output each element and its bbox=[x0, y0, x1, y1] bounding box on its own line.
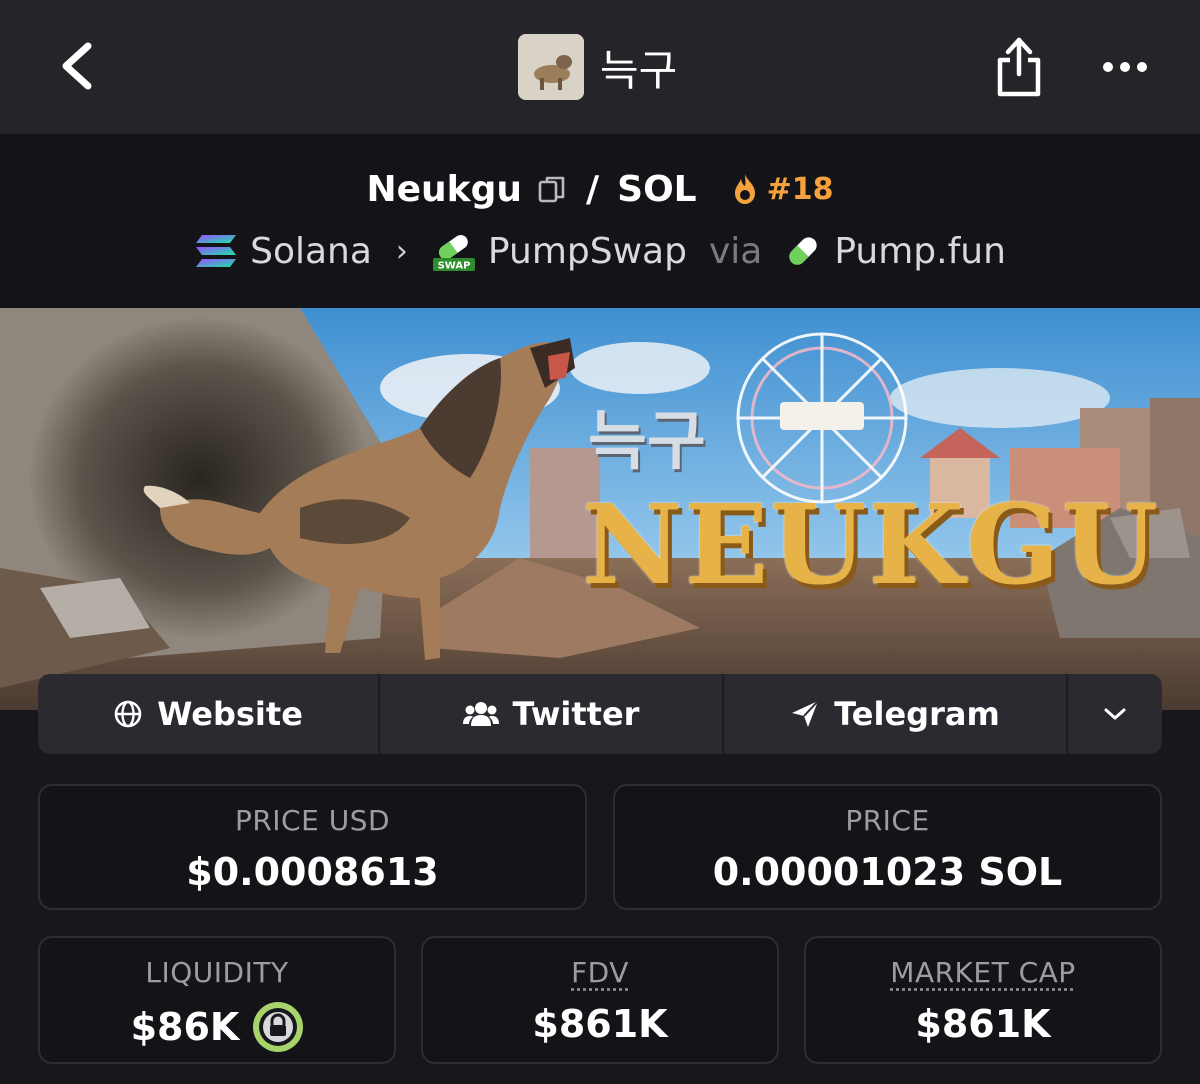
paper-plane-icon bbox=[792, 700, 819, 727]
market-cap-value: $861K bbox=[915, 1002, 1051, 1046]
token-title: 늑구 bbox=[518, 34, 677, 100]
fdv-value: $861K bbox=[532, 1002, 668, 1046]
more-options-button[interactable] bbox=[1100, 52, 1150, 82]
chevron-right-icon: › bbox=[395, 233, 408, 269]
banner-korean-text: 늑구 bbox=[588, 405, 706, 479]
flame-icon bbox=[734, 174, 755, 204]
price-usd-label: PRICE USD bbox=[234, 804, 391, 837]
share-button[interactable] bbox=[994, 34, 1044, 98]
telegram-button[interactable]: Telegram bbox=[724, 674, 1068, 754]
pair-base-token: Neukgu bbox=[366, 168, 522, 210]
telegram-label: Telegram bbox=[834, 695, 1000, 733]
twitter-label: Twitter bbox=[512, 695, 640, 733]
pair-header: Neukgu / SOL #18 Solana › SWAP PumpSwap … bbox=[0, 134, 1200, 308]
liquidity-value: $86K bbox=[40, 1002, 394, 1052]
liquidity-label: LIQUIDITY bbox=[145, 956, 289, 989]
price-card: PRICE 0.00001023 SOL bbox=[613, 784, 1162, 910]
users-icon bbox=[462, 702, 499, 726]
more-links-dropdown[interactable] bbox=[1068, 674, 1162, 754]
price-label: PRICE bbox=[845, 804, 930, 837]
pumpfun-pill-icon bbox=[789, 237, 817, 265]
liquidity-card: LIQUIDITY $86K bbox=[38, 936, 396, 1064]
top-nav-bar: 늑구 bbox=[0, 0, 1200, 134]
banner-title-text: NEUKGU bbox=[582, 480, 1160, 609]
pair-separator: / bbox=[585, 168, 600, 210]
nav-title-label: 늑구 bbox=[600, 45, 678, 95]
social-links-bar: Website Twitter Telegram bbox=[38, 674, 1162, 754]
price-usd-value: $0.0008613 bbox=[186, 850, 439, 894]
launchpad-name[interactable]: Pump.fun bbox=[834, 231, 1006, 272]
fdv-card: FDV $861K bbox=[421, 936, 779, 1064]
via-label: via bbox=[708, 230, 763, 272]
market-cap-label[interactable]: MARKET CAP bbox=[890, 956, 1075, 989]
token-avatar bbox=[518, 34, 584, 100]
trending-rank-badge[interactable]: #18 bbox=[729, 172, 834, 207]
copy-icon[interactable] bbox=[536, 173, 568, 205]
twitter-button[interactable]: Twitter bbox=[380, 674, 724, 754]
chevron-down-icon bbox=[1104, 708, 1126, 720]
fdv-label[interactable]: FDV bbox=[571, 956, 629, 989]
pumpswap-icon: SWAP bbox=[432, 235, 475, 272]
chevron-left-icon bbox=[62, 42, 92, 90]
price-usd-card: PRICE USD $0.0008613 bbox=[38, 784, 587, 910]
pair-quote-token: SOL bbox=[617, 168, 697, 210]
globe-icon bbox=[114, 700, 142, 728]
share-icon bbox=[997, 37, 1041, 97]
website-label: Website bbox=[157, 695, 303, 733]
liquidity-lock-icon[interactable] bbox=[253, 1002, 304, 1052]
back-button[interactable] bbox=[56, 38, 106, 94]
market-cap-card: MARKET CAP $861K bbox=[804, 936, 1162, 1064]
price-value: 0.00001023 SOL bbox=[712, 850, 1063, 894]
chain-path: Solana › SWAP PumpSwap via Pump.fun bbox=[0, 226, 1200, 276]
rank-label: #18 bbox=[766, 171, 834, 207]
chain-name[interactable]: Solana bbox=[250, 231, 372, 272]
dex-name[interactable]: PumpSwap bbox=[488, 231, 687, 272]
solana-icon bbox=[196, 235, 237, 267]
website-button[interactable]: Website bbox=[38, 674, 380, 754]
pair-line: Neukgu / SOL #18 bbox=[0, 164, 1200, 214]
more-dots-icon bbox=[1103, 62, 1147, 72]
swap-badge-text: SWAP bbox=[437, 261, 470, 272]
